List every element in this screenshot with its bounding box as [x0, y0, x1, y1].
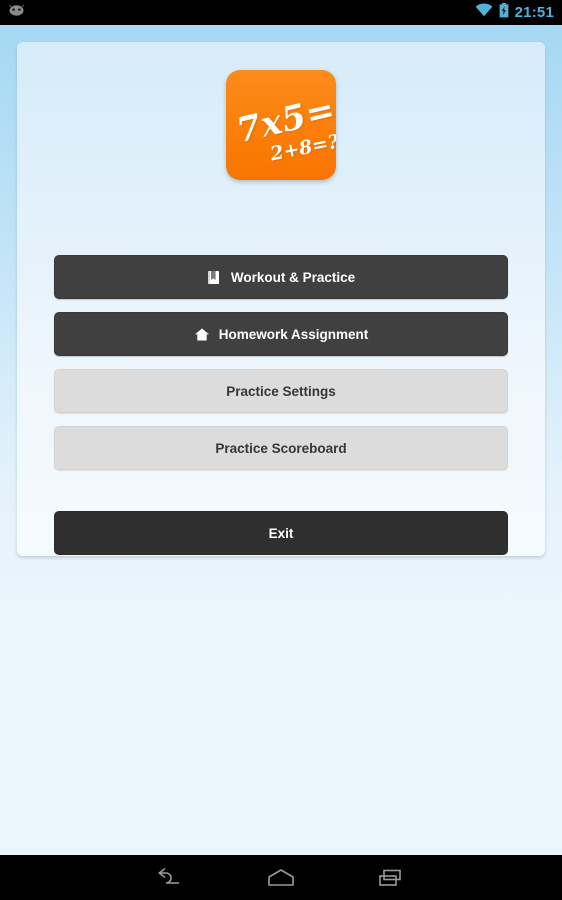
battery-charging-icon: [499, 2, 509, 23]
status-bar: 21:51: [0, 0, 562, 25]
menu-spacer: [54, 299, 508, 312]
menu-item-label: Homework Assignment: [218, 326, 369, 342]
home-icon: [194, 327, 210, 342]
notebook-icon: [207, 270, 222, 285]
menu-item-label: Practice Scoreboard: [215, 440, 347, 456]
wifi-icon: [475, 3, 493, 22]
menu-spacer: [54, 356, 508, 369]
home-icon[interactable]: [226, 855, 336, 900]
exit-button[interactable]: Exit: [54, 511, 508, 555]
menu-spacer: [54, 413, 508, 426]
status-bar-notifications: [8, 3, 25, 22]
android-robot-icon: [8, 3, 25, 22]
menu-spacer-large: [54, 470, 508, 511]
app-logo-container: 7x5=? 2+8=?: [17, 70, 545, 180]
android-screen: 21:51 7x5=? 2+8=? Workout & Practice Hom…: [0, 0, 562, 900]
exit-button-label: Exit: [268, 525, 294, 541]
homework-assignment-button[interactable]: Homework Assignment: [54, 312, 508, 356]
android-navigation-bar: [0, 855, 562, 900]
main-menu-list: Workout & Practice Homework Assignment P…: [54, 255, 508, 555]
status-bar-system-icons: 21:51: [475, 2, 554, 23]
practice-scoreboard-button[interactable]: Practice Scoreboard: [54, 426, 508, 470]
practice-settings-button[interactable]: Practice Settings: [54, 369, 508, 413]
back-icon[interactable]: [116, 855, 226, 900]
math-practice-app-icon: 7x5=? 2+8=?: [226, 70, 336, 180]
status-bar-clock: 21:51: [514, 4, 554, 21]
menu-item-label: Workout & Practice: [230, 269, 356, 285]
menu-item-label: Practice Settings: [226, 383, 336, 399]
recent-apps-icon[interactable]: [336, 855, 446, 900]
main-menu-card: 7x5=? 2+8=? Workout & Practice Homework …: [17, 42, 545, 556]
workout-and-practice-button[interactable]: Workout & Practice: [54, 255, 508, 299]
